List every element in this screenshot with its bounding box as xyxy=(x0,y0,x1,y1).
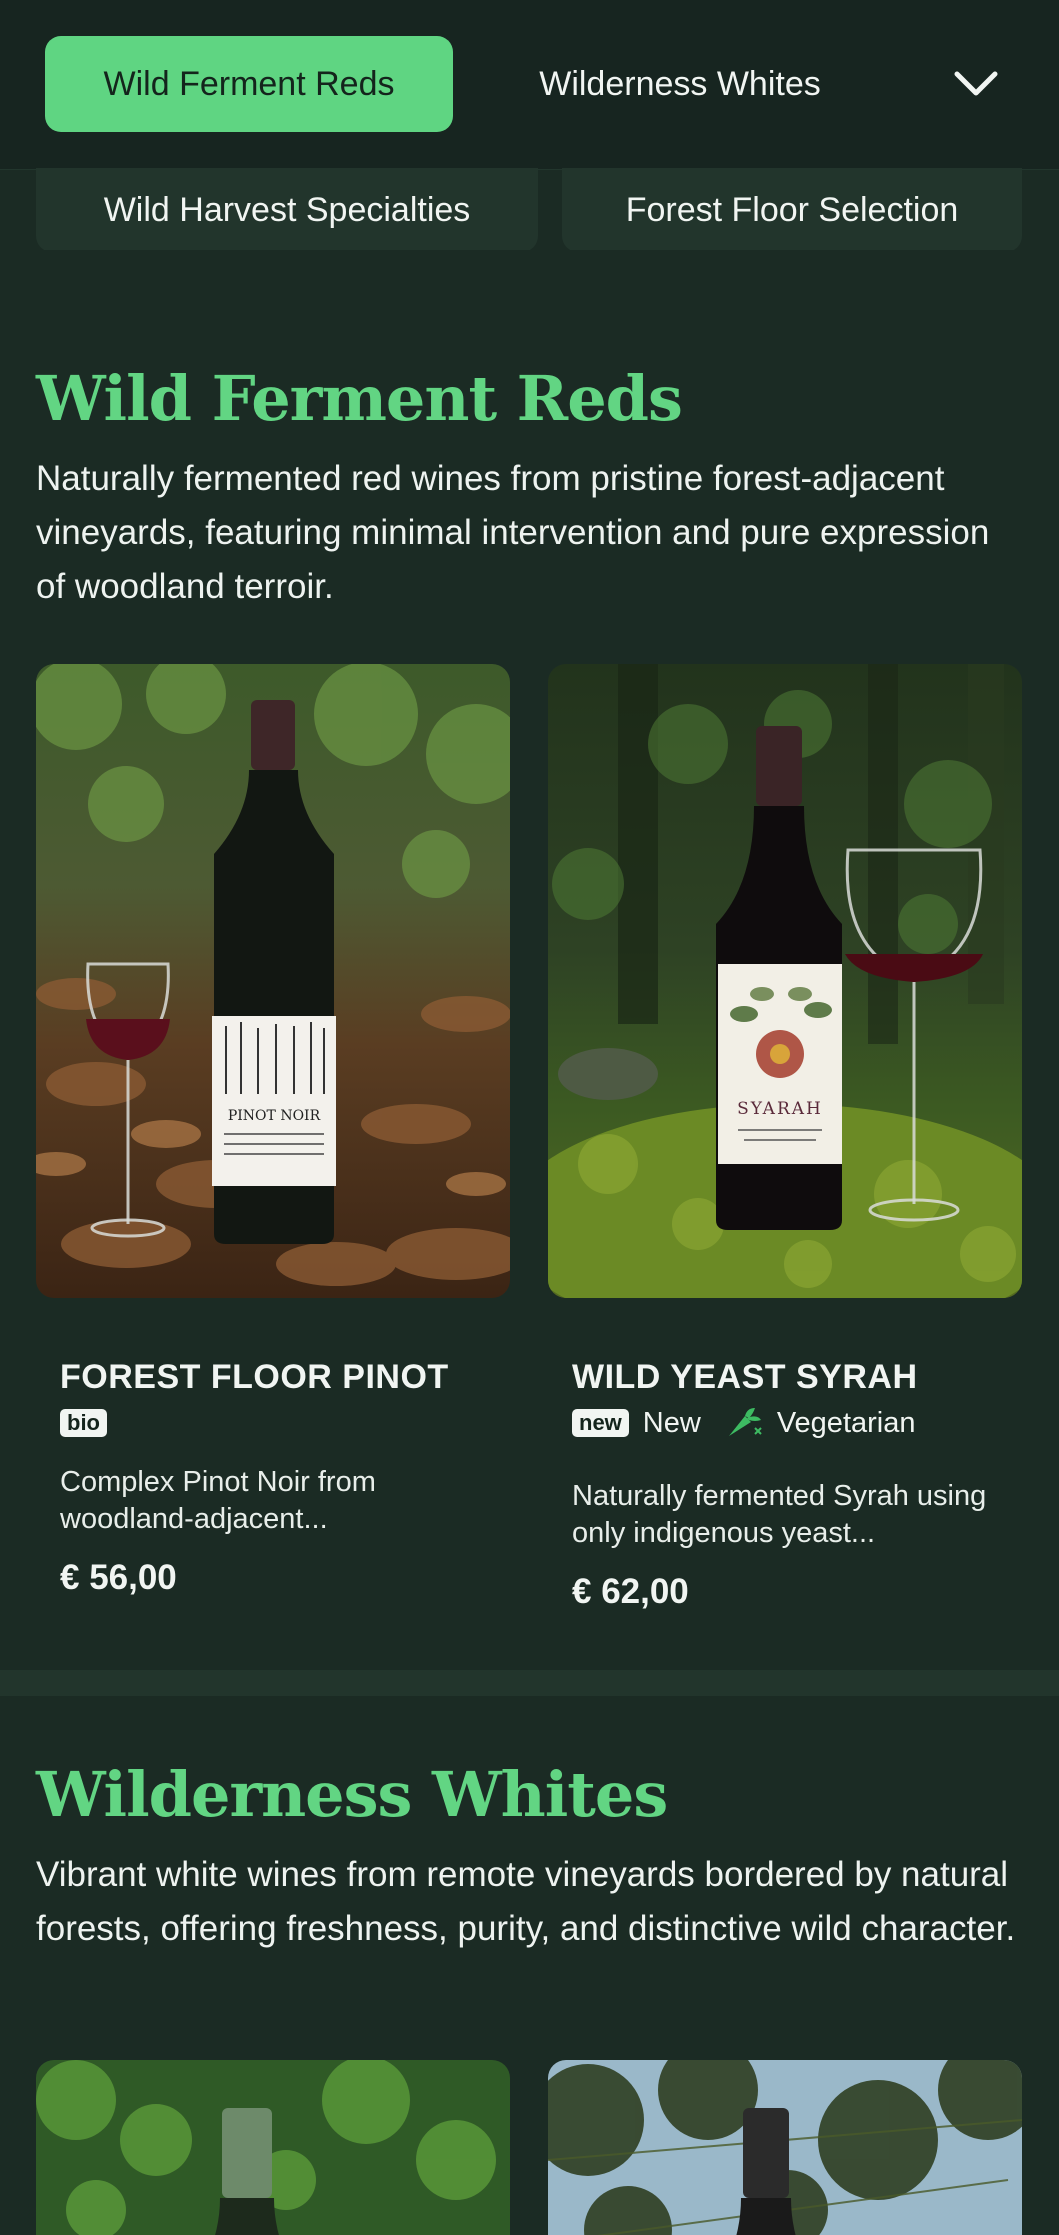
product-badges: bio xyxy=(60,1409,107,1437)
product-name[interactable]: FOREST FLOOR PINOT xyxy=(60,1358,449,1397)
leaf-carrot-icon xyxy=(723,1406,763,1440)
tab-wild-ferment-reds[interactable]: Wild Ferment Reds xyxy=(45,36,453,132)
section-wilderness-whites: Wilderness Whites Vibrant white wines fr… xyxy=(0,1696,1059,2235)
new-badge: new xyxy=(572,1409,629,1437)
tab-wilderness-whites[interactable]: Wilderness Whites xyxy=(480,36,880,132)
tab-label: Wild Harvest Specialties xyxy=(103,190,471,229)
section-description: Naturally fermented red wines from prist… xyxy=(36,459,990,606)
section-description: Vibrant white wines from remote vineyard… xyxy=(36,1855,1016,1948)
product-price: € 56,00 xyxy=(60,1558,177,1597)
tab-forest-floor-selection[interactable]: Forest Floor Selection xyxy=(562,168,1022,252)
section-divider xyxy=(0,1670,1059,1696)
product-badges: new New Vegetarian xyxy=(572,1406,915,1440)
bio-badge: bio xyxy=(60,1409,107,1437)
product-image[interactable] xyxy=(36,2060,510,2235)
product-card-forest-floor-pinot[interactable]: PINOT NOIR FOREST FLOOR PINOT bio Comple… xyxy=(36,664,510,1644)
product-description: Naturally fermented Syrah using only ind… xyxy=(572,1480,987,1549)
new-label: New xyxy=(642,1406,701,1439)
category-nav-row: Wild Ferment Reds Wilderness Whites xyxy=(0,0,1059,168)
vegetarian-label: Vegetarian xyxy=(776,1406,916,1439)
product-name[interactable]: WILD YEAST SYRAH xyxy=(572,1358,918,1397)
product-card-wild-yeast-syrah[interactable]: SYARAH WILD YEAST SYRAH new New Vegetari… xyxy=(548,664,1022,1644)
product-card[interactable] xyxy=(36,2060,510,2235)
tab-label: Wilderness Whites xyxy=(539,64,821,103)
chevron-down-icon[interactable] xyxy=(946,56,1006,112)
product-card[interactable] xyxy=(548,2060,1022,2235)
tab-label: Wild Ferment Reds xyxy=(103,64,395,103)
product-price: € 62,00 xyxy=(572,1572,689,1611)
tab-wild-harvest-specialties[interactable]: Wild Harvest Specialties xyxy=(36,168,538,252)
section-title: Wild Ferment Reds xyxy=(36,362,683,435)
product-description: Complex Pinot Noir from woodland-adjacen… xyxy=(60,1466,376,1535)
section-title: Wilderness Whites xyxy=(36,1758,668,1831)
product-image[interactable]: PINOT NOIR xyxy=(36,664,510,1298)
bottle-label-text: PINOT NOIR xyxy=(228,1108,321,1124)
category-nav: Wild Ferment Reds Wilderness Whites xyxy=(0,0,1059,170)
product-image[interactable] xyxy=(548,2060,1022,2235)
section-wild-ferment-reds: Wild Ferment Reds Naturally fermented re… xyxy=(0,250,1059,1670)
product-image[interactable]: SYARAH xyxy=(548,664,1022,1298)
bottle-label-text: SYARAH xyxy=(737,1099,823,1119)
tab-label: Forest Floor Selection xyxy=(625,190,959,229)
